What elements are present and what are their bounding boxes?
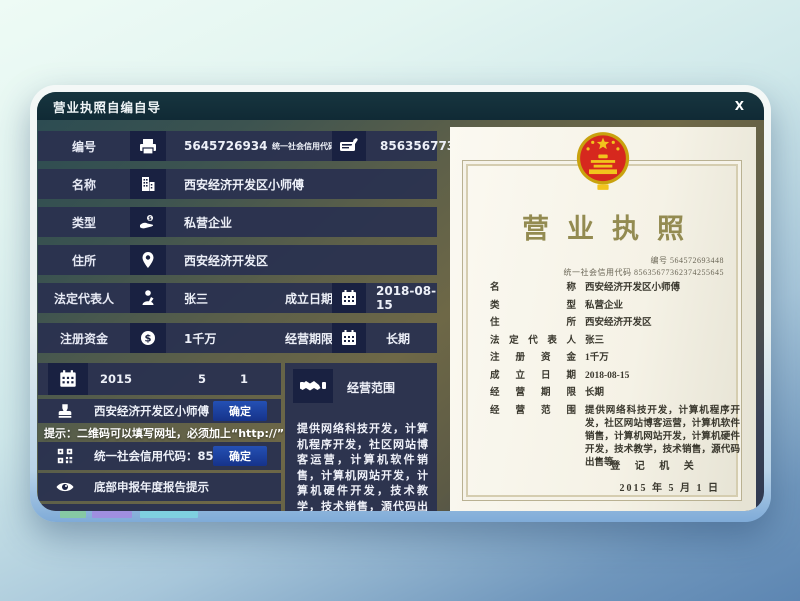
name-label: 名称 [38,176,130,193]
license-field-label: 类型 [490,300,576,313]
cutoff-artifact-purple [92,511,132,518]
number-label: 编号 [38,131,130,161]
credit-code-label: 统一社会信用代码 [272,131,336,161]
issue-day-field[interactable]: 1 [240,363,248,395]
license-code-line: 统一社会信用代码 85635677362374255645 [564,267,725,278]
qr-hint-text: 提示：二维码可以填写网址，必须加上“http://” [44,425,304,440]
business-scope-label: 经营范围 [347,379,395,396]
form-row-legal-rep: 法定代表人 张三 成立日期 2018-08-15 [38,283,437,313]
cutoff-artifact-green [60,511,86,518]
license-title: 营业执照 [450,207,756,246]
license-field-value: 张三 [585,335,740,348]
license-field-label: 名称 [490,282,576,295]
credit-code-confirm-button[interactable]: 确定 [213,446,267,466]
issue-year-field[interactable]: 2015 [100,363,132,395]
qr-code-icon [52,447,78,465]
license-editor-dialog: 营业执照自编自导 X 编号 5645726934 统一社会信用代码 856356… [37,92,764,511]
license-field-row: 类型 私营企业 [490,300,740,313]
license-field-label: 注册资金 [490,352,576,365]
business-scope-panel: 经营范围 提供网络科技开发，计算机程序开发，社区网站博客运营，计算机软件销售，计… [285,363,437,511]
card-edit-icon [332,131,366,161]
license-field-label: 住所 [490,317,576,330]
svg-text:$: $ [145,333,152,344]
license-field-value: 1千万 [585,352,740,365]
license-field-value: 西安经济开发区 [585,317,740,330]
license-field-row: 注册资金 1千万 [490,352,740,365]
term-value[interactable]: 长期 [386,323,410,353]
license-field-row: 名称 西安经济开发区小师傅 [490,282,740,295]
license-field-row: 法定代表人 张三 [490,335,740,348]
license-authority: 登 记 机 关 [585,457,725,472]
form-row-address: 住所 西安经济开发区 [38,245,437,275]
annual-report-row[interactable]: 底部申报年度报告提示 [38,473,281,501]
issue-date-row: 2015 5 1 [38,363,281,395]
calendar-icon [48,363,88,395]
license-field-value: 西安经济开发区小师傅 [585,282,740,295]
number-value[interactable]: 5645726934 [184,131,268,161]
printer-icon [130,131,166,161]
term-label: 经营期限 [285,323,333,353]
address-value[interactable]: 西安经济开发区 [184,252,268,269]
address-label: 住所 [38,252,130,269]
dialog-titlebar: 营业执照自编自导 X [37,92,764,120]
dialog-title: 营业执照自编自导 [53,97,161,116]
calendar-icon [332,323,366,353]
building-icon [130,169,166,199]
form-row-capital: 注册资金 $ 1千万 经营期限 长期 [38,323,437,353]
license-field-label: 成立日期 [490,370,576,383]
svg-text:$: $ [148,216,152,222]
capital-value[interactable]: 1千万 [184,323,216,353]
issue-month-field[interactable]: 5 [198,363,206,395]
license-field-value: 私营企业 [585,300,740,313]
desktop-background: 营业执照自编自导 X 编号 5645726934 统一社会信用代码 856356… [0,0,800,601]
stamp-icon [52,402,78,420]
license-field-value: 长期 [585,387,740,400]
calendar-icon [332,283,366,313]
app-window: 营业执照自编自导 X 编号 5645726934 统一社会信用代码 856356… [30,85,771,522]
license-fields: 名称 西安经济开发区小师傅 类型 私营企业 住所 西安经济开发区 [490,282,740,474]
name-value[interactable]: 西安经济开发区小师傅 [184,176,304,193]
stamp-name-row: 西安经济开发区小师傅 确定 [38,399,281,423]
dollar-coin-icon: $ [130,323,166,353]
established-date-value[interactable]: 2018-08-15 [376,283,437,313]
dialog-body: 编号 5645726934 统一社会信用代码 8563567738 名称 [37,120,764,511]
type-label: 类型 [38,214,130,231]
business-scope-field[interactable]: 提供网络科技开发，计算机程序开发，社区网站博客运营，计算机软件销售，计算机网站开… [297,421,428,511]
annual-report-label: 底部申报年度报告提示 [94,479,209,495]
type-value[interactable]: 私营企业 [184,214,232,231]
handshake-icon [293,369,333,403]
legal-rep-label: 法定代表人 [38,283,130,313]
hand-coin-icon: $ [130,207,166,237]
form-row-type: 类型 $ 私营企业 [38,207,437,237]
cutoff-artifact-cyan [140,511,198,518]
form-row-number: 编号 5645726934 统一社会信用代码 8563567738 [38,131,437,161]
close-button[interactable]: X [731,99,748,113]
credit-code-row: 统一社会信用代码：8563567 确定 [38,442,281,470]
location-pin-icon [130,245,166,275]
person-signing-icon [130,283,166,313]
license-field-label: 经营期限 [490,387,576,400]
stamp-name-value[interactable]: 西安经济开发区小师傅 [94,403,209,419]
license-number-line: 编号 564572693448 [651,255,725,266]
license-field-label: 法定代表人 [490,335,576,348]
license-field-row: 住所 西安经济开发区 [490,317,740,330]
license-issue-date: 2015 年 5 月 1 日 [620,479,721,494]
capital-label: 注册资金 [38,323,130,353]
cutoff-row [38,504,281,511]
license-preview: 营业执照 编号 564572693448 统一社会信用代码 8563567736… [450,127,756,511]
form-row-name: 名称 西安经济开发区小师傅 [38,169,437,199]
established-date-label: 成立日期 [285,283,333,313]
license-field-value: 2018-08-15 [585,370,740,383]
national-emblem-icon [575,130,631,192]
license-field-row: 经营期限 长期 [490,387,740,400]
license-field-label: 经营范围 [490,405,576,470]
stamp-confirm-button[interactable]: 确定 [213,401,267,421]
license-field-row: 成立日期 2018-08-15 [490,370,740,383]
eye-icon [52,477,78,497]
legal-rep-value[interactable]: 张三 [184,283,208,313]
